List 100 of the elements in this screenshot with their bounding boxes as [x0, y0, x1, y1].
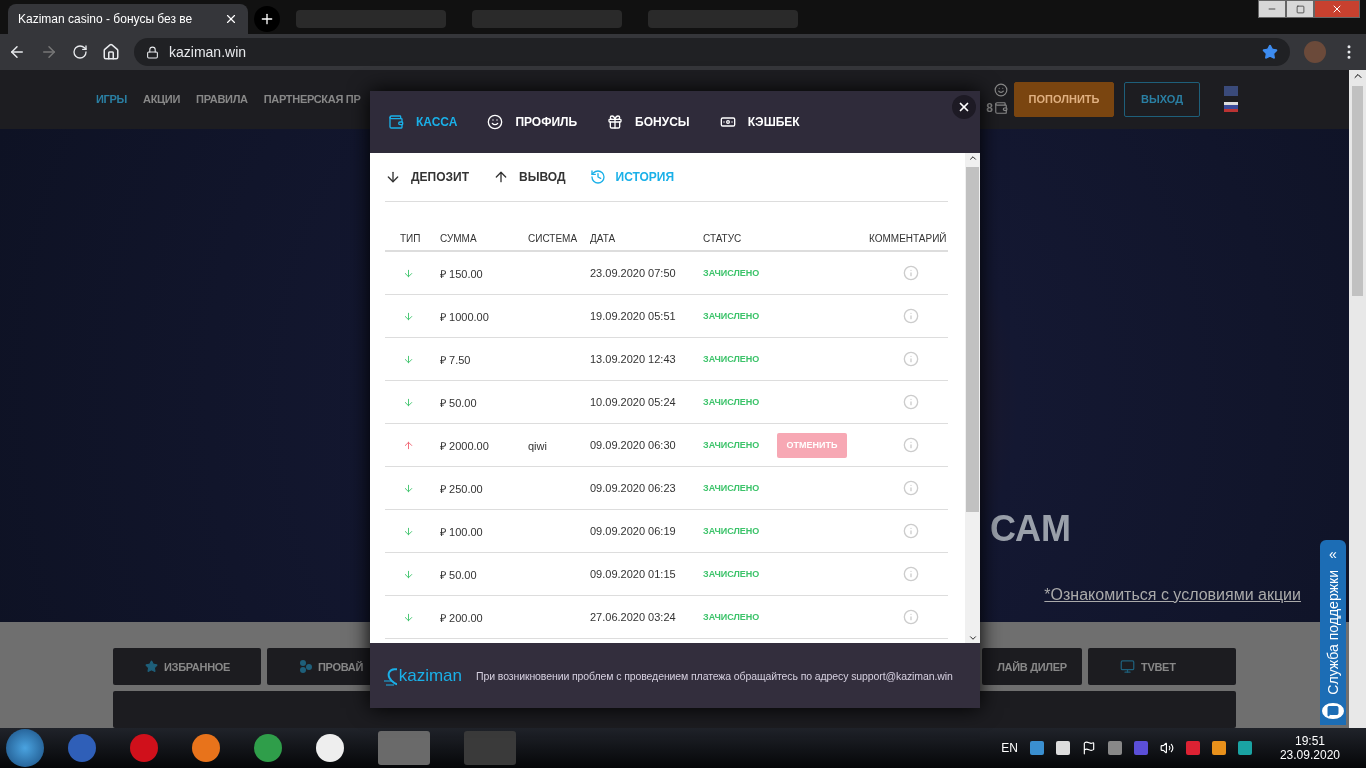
dots-icon: [299, 660, 312, 673]
nav-link[interactable]: ПАРТНЕРСКАЯ ПР: [263, 93, 361, 106]
face-icon: [487, 114, 504, 130]
status-label: ЗАЧИСЛЕНО: [703, 354, 761, 364]
lock-icon: [146, 45, 159, 59]
amount-cell-text: ₽ 200.00: [440, 610, 484, 625]
scroll-down-icon[interactable]: [967, 633, 978, 643]
scrollbar-thumb[interactable]: [1352, 86, 1363, 296]
flag-icon[interactable]: [1081, 741, 1096, 755]
date-cell-text: 13.09.2020 12:43: [590, 353, 677, 365]
back-icon[interactable]: [8, 43, 26, 61]
address-bar[interactable]: kaziman.win: [134, 38, 1290, 66]
arrow-down-icon: [403, 525, 414, 537]
time: 19:51: [1294, 734, 1325, 748]
terms-link[interactable]: *Ознакомиться с условиями акции: [1044, 586, 1301, 604]
star-icon: [145, 660, 158, 673]
plus-icon: [259, 11, 275, 27]
date-cell-text: 09.09.2020 01:15: [590, 568, 677, 580]
status-label: ЗАЧИСЛЕНО: [703, 268, 761, 278]
close-icon[interactable]: [224, 12, 238, 26]
arrow-down-icon: [403, 310, 414, 322]
reload-icon[interactable]: [72, 44, 88, 60]
status-label: ЗАЧИСЛЕНО: [703, 440, 761, 450]
status-label: ЗАЧИСЛЕНО: [703, 311, 761, 321]
support-label: Служба поддержки: [1325, 570, 1341, 695]
forward-icon[interactable]: [40, 43, 58, 61]
new-tab-button[interactable]: [254, 6, 280, 32]
date-cell-text: 10.09.2020 05:24: [590, 396, 677, 408]
tray-icon[interactable]: [1211, 741, 1226, 755]
status-label: ЗАЧИСЛЕНО: [703, 483, 761, 493]
dialog-tab[interactable]: ПРОФИЛЬ: [487, 114, 578, 130]
arrow-up-icon: [403, 439, 414, 451]
column-header: СТАТУС: [703, 232, 743, 244]
amount-cell-text: ₽ 100.00: [440, 524, 484, 539]
hero-headline: САМ: [989, 508, 1071, 550]
status-label: ЗАЧИСЛЕНО: [703, 526, 761, 536]
sub-tab[interactable]: ДЕПОЗИТ: [385, 169, 469, 185]
status-label: ЗАЧИСЛЕНО: [703, 612, 761, 622]
amount-cell-text: ₽ 50.00: [440, 567, 478, 582]
volume-icon[interactable]: [1159, 741, 1174, 755]
footer-text: При возникновении проблем с проведением платежа обращайтесь по адресу support@kaziman.win: [476, 669, 953, 682]
flag-icon[interactable]: [1224, 102, 1238, 113]
scrollbar[interactable]: [1349, 70, 1366, 728]
scrollbar[interactable]: [965, 153, 980, 643]
home-icon[interactable]: [102, 43, 120, 61]
date-cell-text: 09.09.2020 06:23: [590, 482, 677, 494]
browser-tab[interactable]: Kaziman casino - бонусы без ве: [8, 4, 248, 34]
arrow-down-icon: [403, 482, 414, 494]
history-icon: [589, 169, 606, 185]
arrow-down-icon: [403, 267, 414, 279]
tray-icon[interactable]: [1055, 741, 1070, 755]
tab-title: Kaziman casino - бонусы без ве: [18, 12, 194, 26]
dialog-tab[interactable]: КЭШБЕК: [719, 114, 800, 130]
close-icon: [957, 100, 971, 114]
dialog-tab[interactable]: БОНУСЫ: [607, 114, 690, 130]
date-cell-text: 23.09.2020 07:50: [590, 267, 677, 279]
nav-link[interactable]: ПРАВИЛА: [196, 93, 248, 106]
date: 23.09.2020: [1279, 748, 1340, 762]
logout-button[interactable]: ВЫХОД: [1124, 81, 1200, 117]
wallet-icon[interactable]: [994, 101, 1008, 116]
tray-icon[interactable]: [1237, 741, 1252, 755]
date-cell-text: 19.09.2020 05:51: [590, 310, 677, 322]
amount-cell-text: ₽ 250.00: [440, 481, 484, 496]
banknote-icon: [719, 114, 736, 130]
bookmark-star-icon[interactable]: [1262, 44, 1278, 60]
amount-cell-text: ₽ 150.00: [440, 266, 484, 281]
maximize-button[interactable]: [1286, 0, 1314, 18]
arrow-down-icon: [403, 568, 414, 580]
deposit-button[interactable]: ПОПОЛНИТЬ: [1014, 81, 1114, 117]
monitor-icon: [1120, 659, 1135, 674]
category-button[interactable]: ЛАЙВ ДИЛЕР: [982, 648, 1082, 685]
date-cell-text: 09.09.2020 06:19: [590, 525, 677, 537]
url-text: kaziman.win: [169, 44, 247, 60]
clock[interactable]: 19:51 23.09.2020: [1279, 734, 1340, 762]
column-header: ТИП: [399, 232, 422, 244]
arrow-up-icon: [493, 169, 509, 185]
date-cell-text: 09.09.2020 06:30: [590, 439, 677, 451]
column-header: СИСТЕМА: [528, 232, 579, 244]
nav-link[interactable]: ИГРЫ: [96, 93, 128, 106]
status-label: ЗАЧИСЛЕНО: [703, 397, 761, 407]
minimize-button[interactable]: [1258, 0, 1286, 18]
close-button[interactable]: [952, 95, 976, 119]
gift-icon: [607, 114, 624, 130]
scrollbar-thumb[interactable]: [966, 167, 979, 512]
face-icon[interactable]: [994, 83, 1008, 98]
start-button[interactable]: [6, 729, 44, 767]
support-tab[interactable]: « Служба поддержки: [1320, 540, 1346, 725]
nav-link[interactable]: АКЦИИ: [143, 93, 181, 106]
sub-tab[interactable]: ВЫВОД: [493, 169, 566, 185]
category-button[interactable]: ИЗБРАННОЕ: [113, 648, 261, 685]
chat-icon: [1322, 702, 1344, 719]
amount-cell-text: ₽ 2000.00: [440, 438, 490, 453]
language-indicator[interactable]: EN: [1001, 741, 1018, 755]
arrow-down-icon: [403, 396, 414, 408]
arrow-text: «: [1329, 546, 1337, 562]
dialog-tab[interactable]: КАССА: [388, 114, 458, 130]
scroll-up-icon[interactable]: [967, 153, 978, 163]
amount-cell-text: ₽ 50.00: [440, 395, 478, 410]
wallet-icon: [388, 114, 404, 130]
category-button[interactable]: TVBET: [1088, 648, 1236, 685]
